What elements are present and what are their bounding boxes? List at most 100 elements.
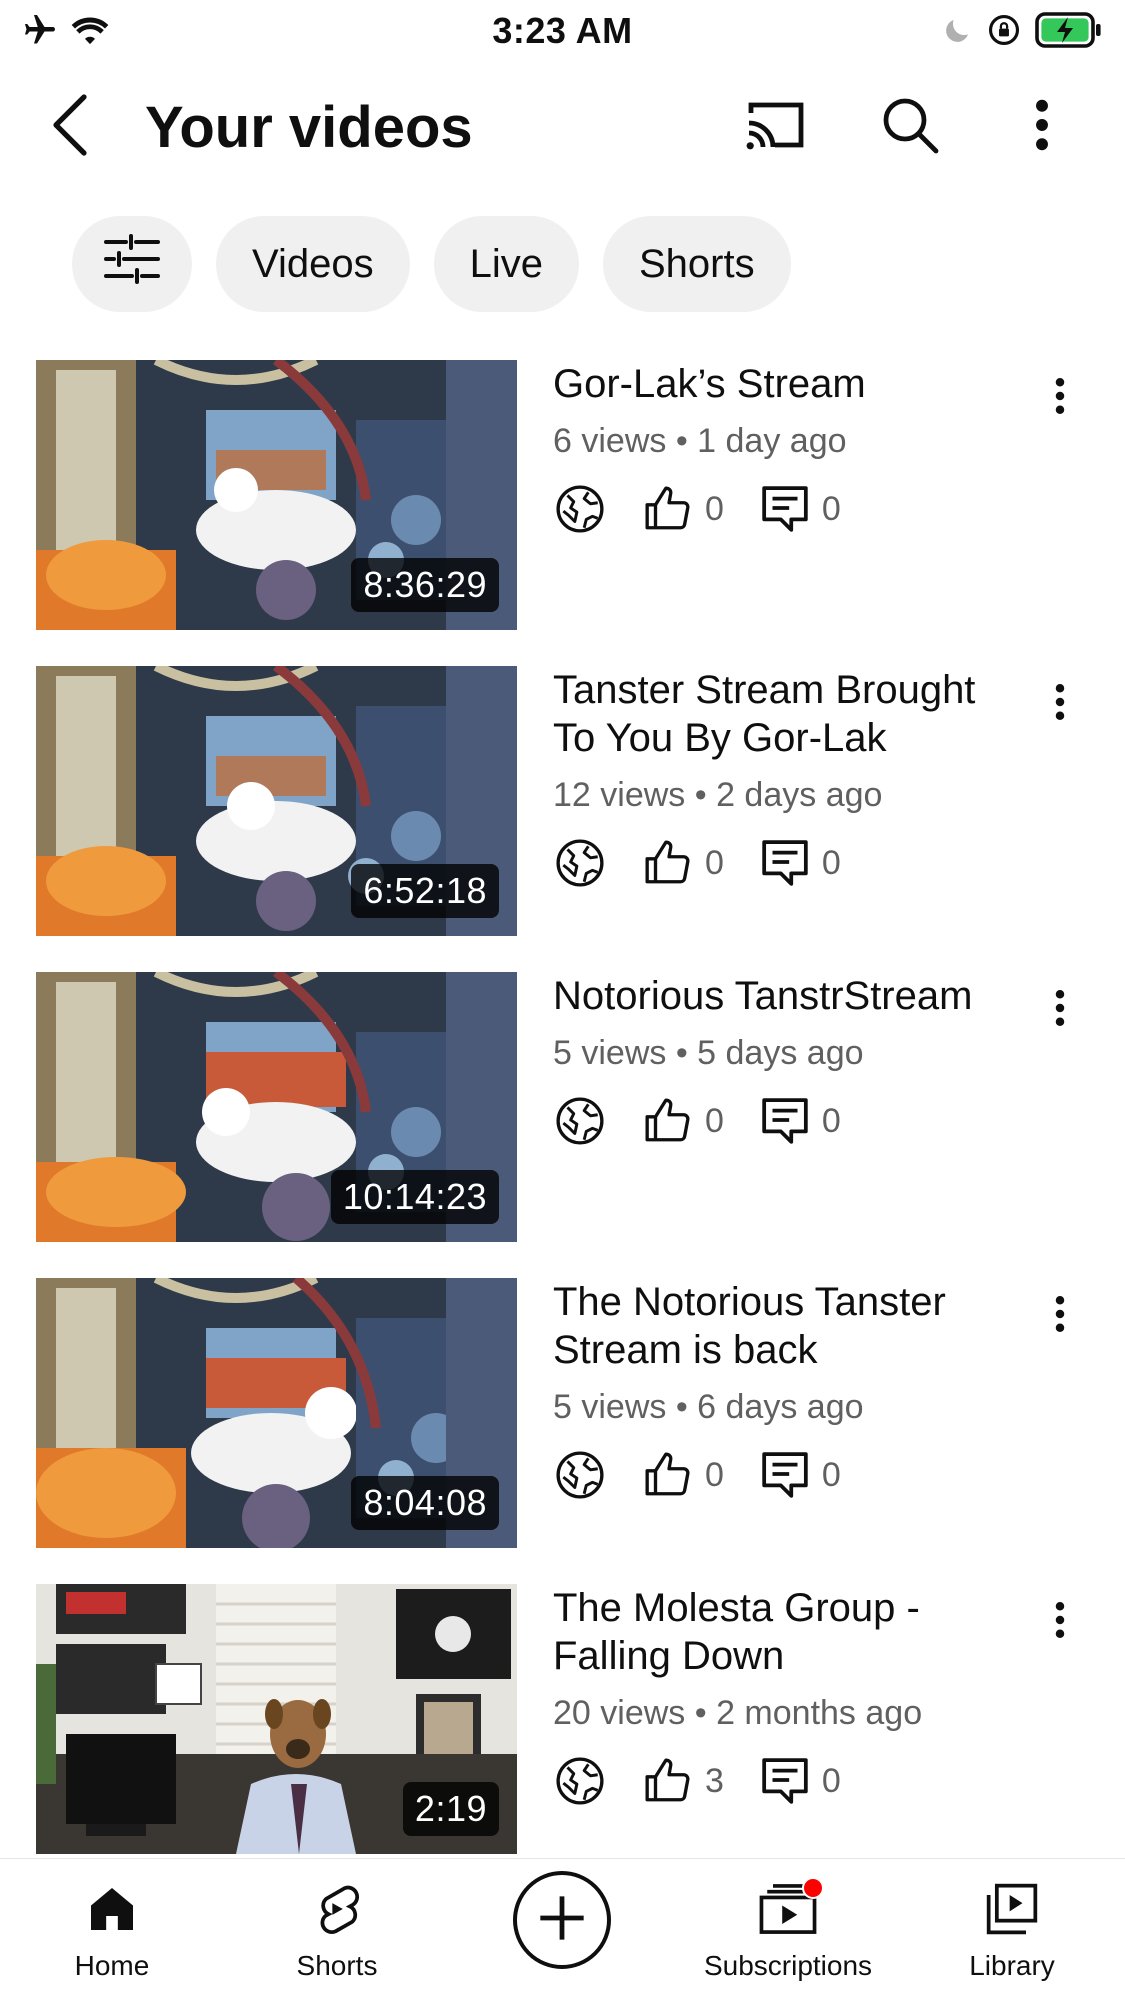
subscriptions-icon <box>758 1877 824 1942</box>
nav-home[interactable]: Home <box>12 1881 212 1991</box>
comment-count: 0 <box>821 843 841 882</box>
page-title: Your videos <box>145 95 473 160</box>
video-info: The Molesta Group - Falling Down 20 view… <box>553 1584 1023 1809</box>
cast-icon <box>743 97 807 158</box>
video-duration: 8:36:29 <box>351 558 499 612</box>
video-info: The Notorious Tanster Stream is back 5 v… <box>553 1278 1023 1503</box>
video-title[interactable]: Notorious TanstrStream <box>553 972 1023 1020</box>
page: 3:23 AM Your videos Videos Live Shorts 8… <box>0 0 1125 2001</box>
more-vert-icon <box>1055 1600 1065 1645</box>
nav-subscriptions-label: Subscriptions <box>703 1950 873 1981</box>
video-more-button[interactable] <box>1040 980 1080 1040</box>
filter-chips: Videos Live Shorts <box>72 216 791 312</box>
video-meta: 20 views • 2 months ago <box>553 1694 923 1732</box>
more-vert-icon <box>1055 1294 1065 1339</box>
globe-icon <box>553 836 607 890</box>
video-title[interactable]: Tanster Stream Brought To You By Gor-Lak <box>553 666 1023 762</box>
globe-icon <box>553 482 607 536</box>
comment-icon <box>758 1754 812 1808</box>
comment-icon <box>758 836 812 890</box>
video-info: Tanster Stream Brought To You By Gor-Lak… <box>553 666 1023 891</box>
comment-count: 0 <box>821 1761 841 1800</box>
status-right <box>943 12 1103 53</box>
video-title[interactable]: The Notorious Tanster Stream is back <box>553 1278 1023 1374</box>
video-thumbnail[interactable]: 10:14:23 <box>36 972 517 1242</box>
nav-library-label: Library <box>969 1950 1055 1981</box>
rotation-lock-icon <box>987 13 1021 52</box>
like-count: 0 <box>705 489 724 528</box>
video-stats: 0 0 <box>553 1447 1023 1503</box>
video-item[interactable]: 8:04:08 The Notorious Tanster Stream is … <box>0 1278 1125 1548</box>
globe-icon <box>553 1448 607 1502</box>
video-stats: 0 0 <box>553 1093 1023 1149</box>
like-count: 0 <box>705 1101 724 1140</box>
video-duration: 10:14:23 <box>330 1170 499 1224</box>
search-button[interactable] <box>875 92 945 162</box>
more-vert-icon <box>1035 98 1049 157</box>
comment-count: 0 <box>821 1101 841 1140</box>
cast-button[interactable] <box>740 92 810 162</box>
video-item[interactable]: 10:14:23 Notorious TanstrStream 5 views … <box>0 972 1125 1242</box>
video-more-button[interactable] <box>1040 674 1080 734</box>
video-info: Notorious TanstrStream 5 views • 5 days … <box>553 972 1023 1149</box>
bottom-nav: Home Shorts Subscriptions Library <box>0 1858 1125 2001</box>
nav-subscriptions[interactable]: Subscriptions <box>688 1877 888 1991</box>
nav-home-label: Home <box>74 1950 150 1981</box>
nav-library[interactable]: Library <box>912 1881 1112 1991</box>
video-thumbnail[interactable]: 6:52:18 <box>36 666 517 936</box>
filter-chip[interactable] <box>72 216 192 312</box>
video-meta: 5 views • 5 days ago <box>553 1034 864 1072</box>
more-options-button[interactable] <box>1007 92 1077 162</box>
globe-icon <box>553 1094 607 1148</box>
moon-icon <box>943 15 973 50</box>
video-thumbnail[interactable]: 2:19 <box>36 1584 517 1854</box>
battery-charging-icon <box>1035 12 1103 53</box>
search-icon <box>880 95 940 160</box>
video-meta: 5 views • 6 days ago <box>553 1388 864 1426</box>
video-more-button[interactable] <box>1040 1592 1080 1652</box>
comment-icon <box>758 1448 812 1502</box>
app-header: Your videos <box>0 62 1125 192</box>
chip-shorts[interactable]: Shorts <box>602 216 791 312</box>
nav-shorts-label: Shorts <box>296 1950 378 1981</box>
thumbs-up-icon <box>641 482 695 536</box>
comment-icon <box>758 482 812 536</box>
chip-videos[interactable]: Videos <box>216 216 410 312</box>
notification-dot <box>802 1877 824 1899</box>
thumbs-up-icon <box>641 836 695 890</box>
thumbs-up-icon <box>641 1754 695 1808</box>
video-item[interactable]: 6:52:18 Tanster Stream Brought To You By… <box>0 666 1125 936</box>
video-meta: 12 views • 2 days ago <box>553 776 883 814</box>
create-button[interactable] <box>513 1871 611 1969</box>
video-thumbnail[interactable]: 8:36:29 <box>36 360 517 630</box>
like-count: 3 <box>705 1761 724 1800</box>
video-stats: 0 0 <box>553 835 1023 891</box>
video-item[interactable]: 8:36:29 Gor-Lak’s Stream 6 views • 1 day… <box>0 360 1125 630</box>
library-icon <box>984 1881 1040 1942</box>
back-button[interactable] <box>44 92 96 162</box>
video-duration: 8:04:08 <box>351 1476 499 1530</box>
video-thumbnail[interactable]: 8:04:08 <box>36 1278 517 1548</box>
video-stats: 0 0 <box>553 481 1023 537</box>
video-more-button[interactable] <box>1040 1286 1080 1346</box>
more-vert-icon <box>1055 988 1065 1033</box>
video-title[interactable]: The Molesta Group - Falling Down <box>553 1584 1023 1680</box>
comment-count: 0 <box>821 489 841 528</box>
video-info: Gor-Lak’s Stream 6 views • 1 day ago 0 0 <box>553 360 1023 537</box>
more-vert-icon <box>1055 376 1065 421</box>
status-bar: 3:23 AM <box>0 0 1125 62</box>
video-item[interactable]: 2:19 The Molesta Group - Falling Down 20… <box>0 1584 1125 1854</box>
home-icon <box>84 1881 140 1942</box>
sliders-icon <box>104 234 160 294</box>
back-icon <box>50 93 90 162</box>
chip-live[interactable]: Live <box>433 216 579 312</box>
thumbs-up-icon <box>641 1448 695 1502</box>
video-duration: 6:52:18 <box>351 864 499 918</box>
video-more-button[interactable] <box>1040 368 1080 428</box>
comment-count: 0 <box>821 1455 841 1494</box>
nav-shorts[interactable]: Shorts <box>237 1881 437 1991</box>
more-vert-icon <box>1055 682 1065 727</box>
video-title[interactable]: Gor-Lak’s Stream <box>553 360 1023 408</box>
shorts-icon <box>309 1881 365 1942</box>
video-duration: 2:19 <box>402 1782 499 1836</box>
